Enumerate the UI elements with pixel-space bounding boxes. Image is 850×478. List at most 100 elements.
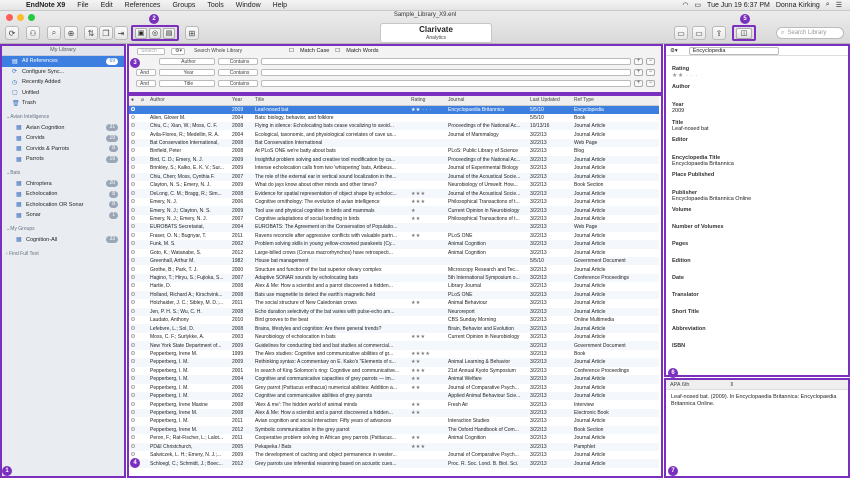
table-row[interactable]: Peron, F.; Rat-Fischer, L.; Lalot... 2011… — [129, 434, 659, 442]
field-value[interactable] — [672, 298, 842, 304]
add-user-button[interactable]: ⚇ — [26, 26, 40, 40]
search-term-input[interactable] — [261, 58, 631, 65]
read-status-cell[interactable] — [129, 282, 139, 290]
field-value[interactable] — [672, 332, 842, 338]
read-status-cell[interactable] — [129, 442, 139, 451]
table-row[interactable]: Greenhall, Arthur M. 1982 House bat manage… — [129, 256, 659, 266]
field-value[interactable]: Encyclopaedia Britannica — [672, 161, 842, 167]
read-status-cell[interactable] — [129, 408, 139, 418]
table-row[interactable]: Allen, Glover M. 2004 Bats: biology, behav… — [129, 114, 659, 122]
read-status-cell[interactable] — [129, 425, 139, 435]
read-status-cell[interactable] — [129, 215, 139, 223]
read-status-cell[interactable] — [129, 273, 139, 283]
table-row[interactable]: Avila-Flores, R.; Medellin, R. A. 2004 Eco… — [129, 130, 659, 138]
field-translator[interactable]: Translator — [672, 292, 842, 304]
add-row-button[interactable]: + — [634, 69, 643, 76]
table-row[interactable]: Pepperberg, I. M. 2006 Grey parrot (Psitta… — [129, 384, 659, 392]
table-row[interactable]: Lefebvre, L.; Sol, D. 2008 Brains, lifesty… — [129, 324, 659, 333]
column-rating[interactable]: Rating — [409, 96, 446, 106]
user-name[interactable]: Donna Kirking — [776, 2, 820, 9]
menu-groups[interactable]: Groups — [166, 2, 201, 9]
read-status-cell[interactable] — [129, 341, 139, 350]
read-status-cell[interactable] — [129, 256, 139, 266]
table-row[interactable]: Jen, P. H. S.; Wu, C. H. 2008 Echo duratio… — [129, 307, 659, 316]
search-term-input[interactable] — [261, 69, 631, 76]
menu-references[interactable]: References — [119, 2, 167, 9]
table-row[interactable]: Pepperberg, I. M. 2002 Cognitive and commu… — [129, 391, 659, 401]
table-row[interactable]: Bird, C. D.; Emery, N. J. 2009 Insightful … — [129, 155, 659, 165]
group-item[interactable]: ▦ Corvids & Parrots 8 — [2, 144, 124, 155]
table-row[interactable]: Moss, C. F.; Surlykke, A. 2003 Neurobiolog… — [129, 333, 659, 341]
local-library-button[interactable]: ▣ — [135, 27, 147, 39]
field-value[interactable] — [672, 264, 842, 270]
table-row[interactable]: Clayton, N. S.; Emery, N. J. 2009 What do … — [129, 181, 659, 189]
find-full-text-header[interactable]: › Find Full Text — [2, 248, 124, 259]
field-author[interactable]: Author — [672, 84, 842, 96]
menu-tools[interactable]: Tools — [201, 2, 229, 9]
remove-row-button[interactable]: − — [646, 80, 655, 87]
read-status-cell[interactable] — [129, 155, 139, 165]
library-item[interactable]: ◷ Recently Added — [2, 77, 124, 88]
sync-button[interactable]: ⟳ — [5, 26, 19, 40]
open-link-button[interactable]: ⇅ — [84, 26, 98, 40]
read-status-cell[interactable] — [129, 434, 139, 442]
group-set-header[interactable]: ⌄ Bats — [2, 168, 124, 179]
read-status-cell[interactable] — [129, 391, 139, 401]
clock-text[interactable]: Tue Jun 19 6:37 PM — [707, 2, 770, 9]
boolean-select[interactable]: And — [136, 69, 156, 76]
field-value[interactable] — [672, 213, 842, 219]
read-status-cell[interactable] — [129, 375, 139, 384]
read-status-cell[interactable] — [129, 249, 139, 257]
table-row[interactable]: Emery, N. J. 2006 Cognitive ornithology: T… — [129, 198, 659, 206]
battery-icon[interactable]: ▭ — [694, 1, 701, 9]
column-last-updated[interactable]: Last Updated — [528, 96, 572, 106]
spotlight-icon[interactable]: ⌕ — [826, 1, 830, 9]
field-title[interactable]: Title Leaf-nosed bat — [672, 120, 842, 132]
field-volume[interactable]: Volume — [672, 207, 842, 219]
table-row[interactable]: Funk, M. S. 2002 Problem solving skills in… — [129, 240, 659, 249]
read-status-cell[interactable] — [129, 307, 139, 316]
field-value[interactable] — [672, 349, 842, 355]
add-row-button[interactable]: + — [634, 80, 643, 87]
column-ref-type[interactable]: Ref Type — [572, 96, 659, 106]
table-row[interactable]: Pepperberg, I. M. 2009 Rethinking syntax: … — [129, 358, 659, 367]
read-status-cell[interactable] — [129, 121, 139, 131]
insert-citation-button[interactable]: ⊞ — [185, 26, 199, 40]
field-value[interactable] — [672, 315, 842, 321]
add-row-button[interactable]: + — [634, 58, 643, 65]
read-status-cell[interactable] — [129, 147, 139, 155]
field-value[interactable] — [672, 90, 842, 96]
column-author[interactable]: Author — [148, 96, 230, 106]
table-row[interactable]: Pepperberg, I. M. 2001 In search of King S… — [129, 367, 659, 375]
read-status-cell[interactable] — [129, 114, 139, 122]
group-item[interactable]: ▦ Parrots 19 — [2, 154, 124, 165]
online-search-mode-button[interactable]: ◎ — [149, 27, 161, 39]
menu-list-icon[interactable]: ☰ — [836, 1, 842, 9]
group-item[interactable]: ▦ Avian Cognition 31 — [2, 123, 124, 134]
read-status-cell[interactable] — [129, 265, 139, 273]
read-status-cell[interactable] — [129, 417, 139, 425]
table-row[interactable]: Schloegl, C.; Schmidt, J.; Boec... 2012 Gr… — [129, 459, 659, 468]
table-row[interactable]: Emery, N. J.; Clayton, N. S. 2009 Tool use… — [129, 206, 659, 215]
read-status-cell[interactable] — [129, 206, 139, 215]
read-status-cell[interactable] — [129, 189, 139, 198]
field-abbreviation[interactable]: Abbreviation — [672, 326, 842, 338]
column-year[interactable]: Year — [230, 96, 253, 106]
read-status-cell[interactable] — [129, 240, 139, 249]
menu-help[interactable]: Help — [267, 2, 293, 9]
table-row[interactable]: Chiu, Chen; Moss, Cynthia F. 2007 The role… — [129, 172, 659, 181]
boolean-select[interactable]: And — [136, 80, 156, 87]
table-row[interactable]: Holzhaider, J. C.; Sibley, M. D.;... 2011… — [129, 299, 659, 307]
read-status-cell[interactable] — [129, 350, 139, 358]
read-status-cell[interactable] — [129, 333, 139, 341]
field-date[interactable]: Date — [672, 275, 842, 287]
table-row[interactable]: Hartle, D. 2008 Alex & Me: How a scientist… — [129, 282, 659, 290]
field-short-title[interactable]: Short Title — [672, 309, 842, 321]
export-button[interactable]: ⇥ — [114, 26, 128, 40]
search-options-gear[interactable]: ⚙▾ — [171, 47, 185, 55]
search-library-field[interactable]: ⌕ Search Library — [776, 27, 844, 39]
search-scope-select[interactable]: Search Whole Library — [191, 48, 269, 55]
field-pages[interactable]: Pages — [672, 241, 842, 253]
field-value[interactable] — [672, 281, 842, 287]
field-value[interactable] — [672, 178, 842, 184]
